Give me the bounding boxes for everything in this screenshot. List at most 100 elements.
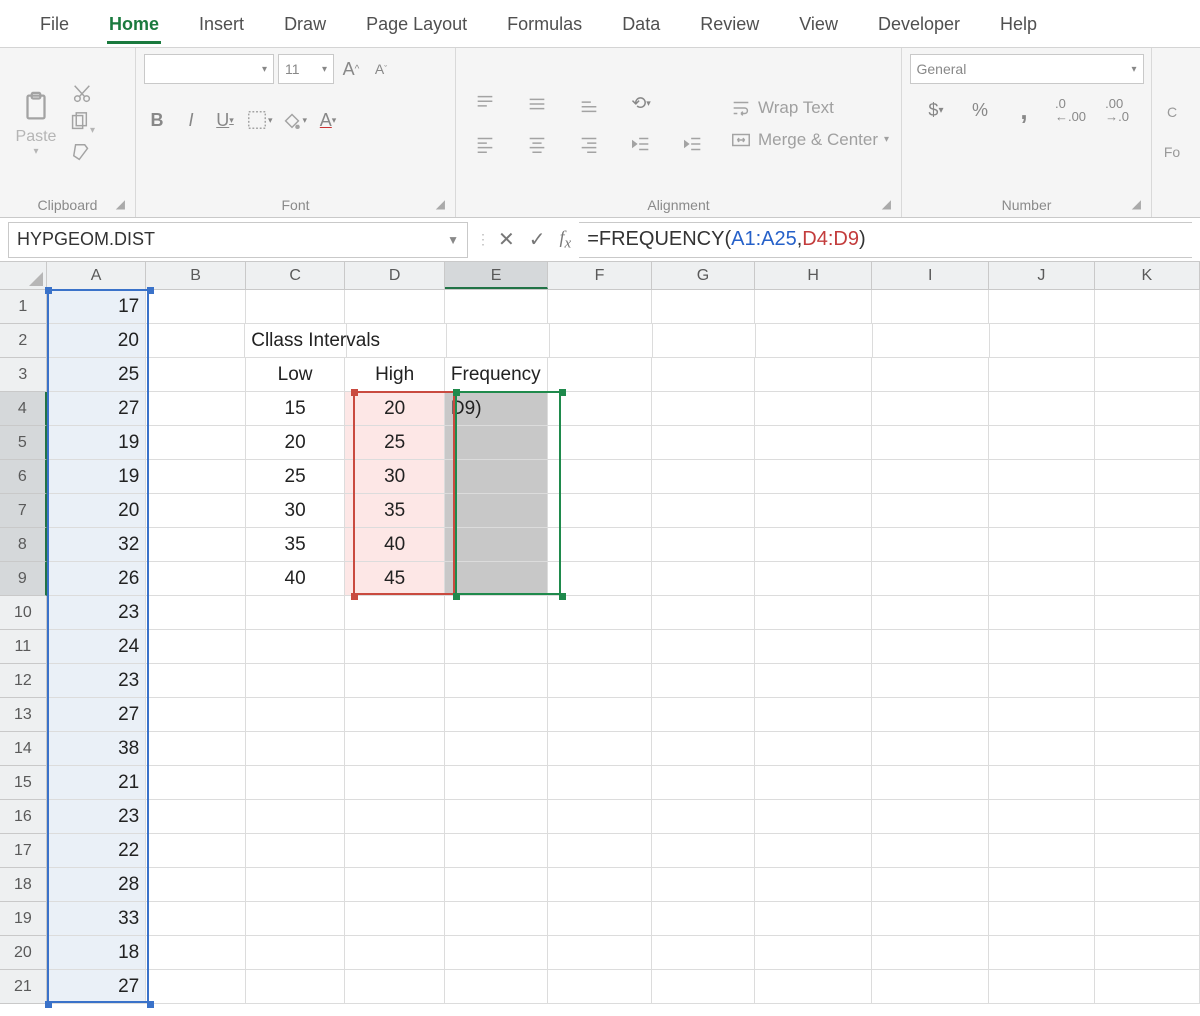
cell-A10[interactable]: 23 bbox=[47, 596, 147, 630]
underline-button[interactable]: U▾ bbox=[212, 106, 238, 134]
cell-C6[interactable]: 25 bbox=[246, 460, 346, 494]
cell-K6[interactable] bbox=[1095, 460, 1200, 494]
cell-B11[interactable] bbox=[146, 630, 246, 664]
cell-B6[interactable] bbox=[146, 460, 246, 494]
cell-E6[interactable] bbox=[445, 460, 548, 494]
cell-A3[interactable]: 25 bbox=[47, 358, 147, 392]
cell-H18[interactable] bbox=[755, 868, 872, 902]
cell-A8[interactable]: 32 bbox=[47, 528, 147, 562]
cell-D3[interactable]: High bbox=[345, 358, 445, 392]
select-all-corner[interactable] bbox=[0, 262, 47, 289]
cell-A17[interactable]: 22 bbox=[47, 834, 147, 868]
cell-E15[interactable] bbox=[445, 766, 548, 800]
cut-icon[interactable] bbox=[71, 83, 93, 105]
cell-I17[interactable] bbox=[872, 834, 989, 868]
cell-D11[interactable] bbox=[345, 630, 445, 664]
cell-D18[interactable] bbox=[345, 868, 445, 902]
cell-A11[interactable]: 24 bbox=[47, 630, 147, 664]
cell-I9[interactable] bbox=[872, 562, 989, 596]
cell-C16[interactable] bbox=[246, 800, 346, 834]
cell-J16[interactable] bbox=[989, 800, 1094, 834]
align-left-icon[interactable] bbox=[464, 130, 506, 158]
tab-help[interactable]: Help bbox=[980, 0, 1057, 48]
cell-B12[interactable] bbox=[146, 664, 246, 698]
tab-developer[interactable]: Developer bbox=[858, 0, 980, 48]
cell-A5[interactable]: 19 bbox=[47, 426, 147, 460]
cell-F11[interactable] bbox=[548, 630, 651, 664]
fill-color-button[interactable]: ▾ bbox=[281, 106, 308, 134]
cell-K1[interactable] bbox=[1095, 290, 1200, 324]
cell-F1[interactable] bbox=[548, 290, 651, 324]
cell-A12[interactable]: 23 bbox=[47, 664, 147, 698]
cell-F20[interactable] bbox=[548, 936, 651, 970]
cell-D12[interactable] bbox=[345, 664, 445, 698]
cell-G14[interactable] bbox=[652, 732, 755, 766]
cell-J17[interactable] bbox=[989, 834, 1094, 868]
cell-C19[interactable] bbox=[246, 902, 346, 936]
format-table-partial[interactable]: Fo bbox=[1164, 144, 1180, 160]
cell-F18[interactable] bbox=[548, 868, 651, 902]
tab-formulas[interactable]: Formulas bbox=[487, 0, 602, 48]
cell-F14[interactable] bbox=[548, 732, 651, 766]
row-header-10[interactable]: 10 bbox=[0, 596, 47, 630]
cell-A4[interactable]: 27 bbox=[47, 392, 147, 426]
cell-E5[interactable] bbox=[445, 426, 548, 460]
cell-I6[interactable] bbox=[872, 460, 989, 494]
cell-I3[interactable] bbox=[872, 358, 989, 392]
cell-I10[interactable] bbox=[872, 596, 989, 630]
row-header-1[interactable]: 1 bbox=[0, 290, 47, 324]
cell-A18[interactable]: 28 bbox=[47, 868, 147, 902]
cell-K9[interactable] bbox=[1095, 562, 1200, 596]
cell-F6[interactable] bbox=[548, 460, 651, 494]
cell-I1[interactable] bbox=[872, 290, 989, 324]
cell-F12[interactable] bbox=[548, 664, 651, 698]
row-header-14[interactable]: 14 bbox=[0, 732, 47, 766]
row-header-15[interactable]: 15 bbox=[0, 766, 47, 800]
increase-font-icon[interactable]: A^ bbox=[338, 55, 364, 83]
col-header-G[interactable]: G bbox=[652, 262, 755, 289]
col-header-A[interactable]: A bbox=[47, 262, 147, 289]
cell-J10[interactable] bbox=[989, 596, 1094, 630]
col-header-D[interactable]: D bbox=[345, 262, 445, 289]
cell-A7[interactable]: 20 bbox=[47, 494, 147, 528]
percent-format-icon[interactable]: % bbox=[967, 96, 993, 124]
row-header-8[interactable]: 8 bbox=[0, 528, 47, 562]
cell-J21[interactable] bbox=[989, 970, 1094, 1004]
cell-J13[interactable] bbox=[989, 698, 1094, 732]
cell-E11[interactable] bbox=[445, 630, 548, 664]
cell-K18[interactable] bbox=[1095, 868, 1200, 902]
cell-A2[interactable]: 20 bbox=[47, 324, 146, 358]
row-header-12[interactable]: 12 bbox=[0, 664, 47, 698]
font-name-combo[interactable]: ▾ bbox=[144, 54, 274, 84]
row-header-16[interactable]: 16 bbox=[0, 800, 47, 834]
cell-H1[interactable] bbox=[755, 290, 872, 324]
cell-B3[interactable] bbox=[146, 358, 246, 392]
cell-F17[interactable] bbox=[548, 834, 651, 868]
cell-J20[interactable] bbox=[989, 936, 1094, 970]
cell-F10[interactable] bbox=[548, 596, 651, 630]
cell-B2[interactable] bbox=[146, 324, 245, 358]
cell-C14[interactable] bbox=[246, 732, 346, 766]
cell-E4[interactable]: D9) bbox=[445, 392, 548, 426]
cell-A20[interactable]: 18 bbox=[47, 936, 147, 970]
row-header-3[interactable]: 3 bbox=[0, 358, 47, 392]
cell-J11[interactable] bbox=[989, 630, 1094, 664]
cell-H19[interactable] bbox=[755, 902, 872, 936]
cell-G13[interactable] bbox=[652, 698, 755, 732]
enter-formula-icon[interactable]: ✓ bbox=[529, 227, 546, 252]
cell-G18[interactable] bbox=[652, 868, 755, 902]
cell-F7[interactable] bbox=[548, 494, 651, 528]
cell-H17[interactable] bbox=[755, 834, 872, 868]
cell-D4[interactable]: 20 bbox=[345, 392, 445, 426]
cell-D5[interactable]: 25 bbox=[345, 426, 445, 460]
cell-K7[interactable] bbox=[1095, 494, 1200, 528]
col-header-K[interactable]: K bbox=[1095, 262, 1200, 289]
cell-G9[interactable] bbox=[652, 562, 755, 596]
cell-H13[interactable] bbox=[755, 698, 872, 732]
cell-B10[interactable] bbox=[146, 596, 246, 630]
cell-K10[interactable] bbox=[1095, 596, 1200, 630]
italic-button[interactable]: I bbox=[178, 106, 204, 134]
cell-K12[interactable] bbox=[1095, 664, 1200, 698]
cell-D2[interactable] bbox=[347, 324, 446, 358]
cell-J6[interactable] bbox=[989, 460, 1094, 494]
